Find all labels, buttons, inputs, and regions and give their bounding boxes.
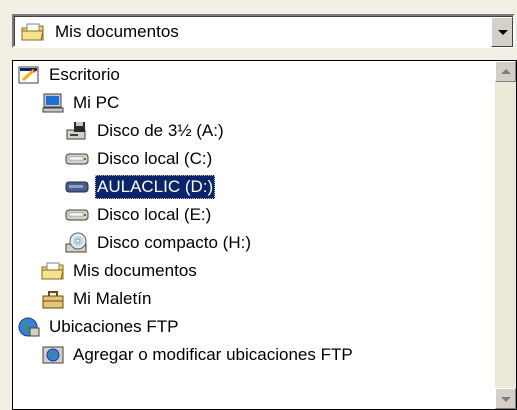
list-item-escritorio[interactable]: Escritorio [17,61,122,89]
ftp-add-icon [42,346,64,364]
item-label: Agregar o modificar ubicaciones FTP [73,345,353,364]
ftp-globe-icon [18,317,40,337]
hard-drive-icon [65,209,89,221]
item-label: AULACLIC (D:) [95,175,216,199]
item-label: Disco local (C:) [97,149,213,168]
briefcase-icon [42,291,64,309]
list-item-floppy-a[interactable]: Disco de 3½ (A:) [65,117,226,145]
item-label: Disco local (E:) [97,205,212,224]
item-label: Disco compacto (H:) [97,233,251,252]
dropdown-arrow-button[interactable] [491,17,513,47]
hard-drive-icon [65,181,89,193]
item-label: Disco de 3½ (A:) [97,121,224,140]
folder-documents-icon [21,23,44,41]
scroll-down-button[interactable] [495,388,516,409]
item-label: Mi PC [73,93,120,112]
hard-drive-icon [65,153,89,165]
list-item-cd-h[interactable]: Disco compacto (H:) [65,229,253,257]
item-label: Ubicaciones FTP [49,317,179,336]
desktop-icon [18,66,39,84]
item-label: Escritorio [49,65,120,84]
list-item-aulaclic-d[interactable]: AULACLIC (D:) [65,173,216,201]
list-item-mi-maletin[interactable]: Mi Maletín [41,285,153,313]
vertical-scrollbar[interactable] [495,61,516,409]
item-label: Mi Maletín [73,289,152,308]
folder-documents-icon [41,262,64,280]
item-label: Mis documentos [73,261,197,280]
location-dropdown-list[interactable]: Escritorio Mi PC Disco de 3½ (A:) Disco … [12,60,517,410]
list-item-ubicaciones-ftp[interactable]: Ubicaciones FTP [17,313,180,341]
cd-drive-icon [65,232,87,253]
floppy-drive-icon [66,122,86,140]
list-item-disk-c[interactable]: Disco local (C:) [65,145,214,173]
look-in-combobox[interactable]: Mis documentos [12,14,515,48]
scroll-up-button[interactable] [495,61,516,82]
list-item-mis-documentos[interactable]: Mis documentos [41,257,199,285]
my-computer-icon [42,93,64,113]
list-item-agregar-ftp[interactable]: Agregar o modificar ubicaciones FTP [41,341,355,369]
list-item-disk-e[interactable]: Disco local (E:) [65,201,213,229]
list-item-mi-pc[interactable]: Mi PC [41,89,121,117]
combo-selected-label: Mis documentos [55,22,179,41]
